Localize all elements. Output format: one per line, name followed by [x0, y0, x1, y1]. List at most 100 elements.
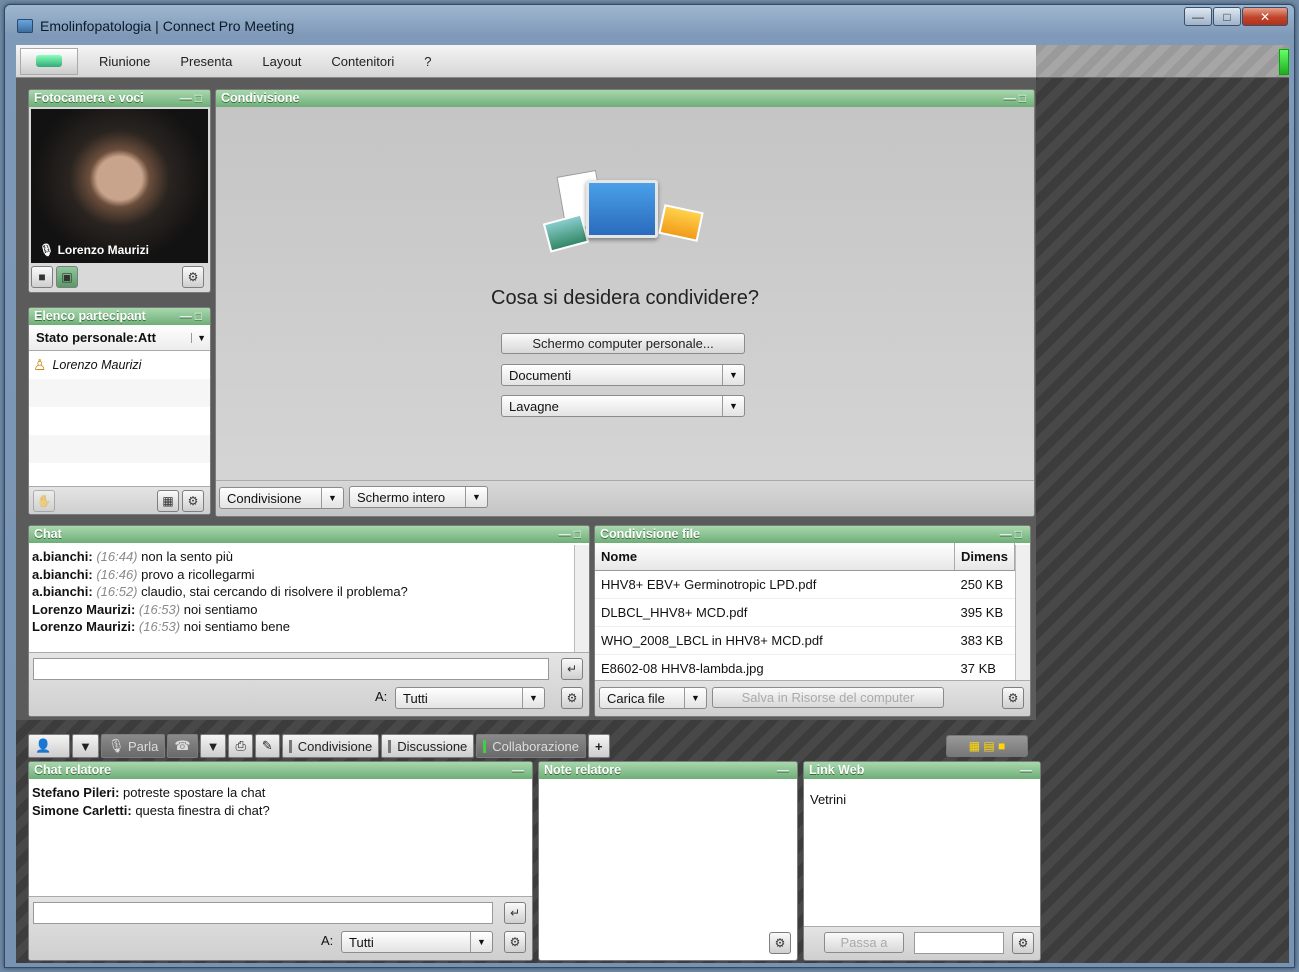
whiteboards-dropdown[interactable]: Lavagne ▼ — [501, 395, 745, 417]
menu-presenta[interactable]: Presenta — [165, 54, 247, 69]
files-scrollbar[interactable] — [1015, 545, 1030, 681]
talk-label: Parla — [128, 738, 159, 754]
menu-contenitori[interactable]: Contenitori — [316, 54, 409, 69]
presenter-chat-footer: ↵ A: Tutti ▼ ⚙ — [29, 896, 532, 960]
web-link-input[interactable] — [914, 932, 1004, 954]
send-enter-icon[interactable]: ↵ — [561, 658, 583, 680]
recipient-dropdown[interactable]: Tutti ▼ — [395, 687, 545, 709]
status-selector[interactable]: Stato personale:Att ▼ — [29, 325, 210, 351]
participant-row[interactable]: ♙ Lorenzo Maurizi — [29, 351, 210, 379]
menu-riunione[interactable]: Riunione — [84, 54, 165, 69]
upload-file-dropdown[interactable]: Carica file ▼ — [599, 687, 707, 709]
camera-icon[interactable]: ▣ — [56, 266, 78, 288]
pod-header[interactable]: Chat relatore — — [29, 762, 532, 779]
user-status-icon[interactable]: 👤 — [28, 734, 70, 758]
chevron-down-icon[interactable]: ▼ — [191, 332, 206, 343]
chevron-down-icon[interactable]: ▼ — [684, 688, 706, 708]
pod-window-controls[interactable]: —□ — [559, 526, 584, 543]
layout-view-icon[interactable]: ▦ ▤ ■ — [946, 735, 1028, 757]
draw-tools-icon[interactable]: ✎ — [254, 734, 280, 758]
settings-gear-icon[interactable]: ⚙ — [504, 931, 526, 953]
settings-gear-icon[interactable]: ⚙ — [182, 266, 204, 288]
pod-header[interactable]: Chat —□ — [29, 526, 589, 543]
tab-label: Discussione — [397, 738, 468, 754]
recipient-label: A: — [321, 933, 334, 948]
share-mode-dropdown[interactable]: Condivisione ▼ — [219, 487, 344, 509]
recipient-value: Tutti — [403, 690, 428, 706]
documents-dropdown[interactable]: Documenti ▼ — [501, 364, 745, 386]
settings-gear-icon[interactable]: ⚙ — [769, 932, 791, 954]
minimize-button[interactable]: — — [1184, 7, 1212, 26]
go-to-button[interactable]: Passa a — [824, 932, 904, 953]
chevron-down-icon[interactable]: ▼ — [199, 734, 227, 758]
stop-icon[interactable]: ■ — [31, 266, 53, 288]
table-row[interactable]: WHO_2008_LBCL in HHV8+ MCD.pdf 383 KB — [595, 626, 1015, 655]
app-icon — [17, 19, 33, 33]
chat-message: Lorenzo Maurizi: (16:53) noi sentiamo — [32, 601, 258, 617]
tab-collaborazione[interactable]: Collaborazione — [476, 734, 587, 758]
documents-label: Documenti — [509, 367, 572, 383]
menu-bar: Riunione Presenta Layout Contenitori ? — [16, 45, 1036, 78]
chevron-down-icon[interactable]: ▼ — [470, 932, 492, 952]
recipient-dropdown[interactable]: Tutti ▼ — [341, 931, 493, 953]
print-icon[interactable]: ⎙ — [228, 734, 253, 758]
phone-icon[interactable]: ☎ — [167, 734, 198, 758]
settings-gear-icon[interactable]: ⚙ — [182, 490, 204, 512]
table-row[interactable]: E8602-08 HHV8-lambda.jpg 37 KB — [595, 654, 1015, 683]
tab-discussione[interactable]: Discussione — [381, 734, 475, 758]
chat-message: Simone Carletti: questa finestra di chat… — [32, 802, 270, 818]
maximize-button[interactable]: □ — [1213, 7, 1241, 26]
grid-view-icon[interactable]: ▦ — [157, 490, 179, 512]
pod-window-controls[interactable]: —□ — [180, 308, 205, 325]
pod-window-controls[interactable]: —□ — [1004, 90, 1029, 107]
user-icon: ♙ — [33, 357, 47, 374]
layout-toolbar: 👤 ▼ 🎙 Parla ☎ ▼ ⎙ ✎ Condivisione Discuss… — [28, 734, 610, 758]
chat-message: Lorenzo Maurizi: (16:53) noi sentiamo be… — [32, 619, 290, 634]
settings-gear-icon[interactable]: ⚙ — [561, 687, 583, 709]
files-footer: Carica file ▼ Salva in Risorse del comput… — [595, 680, 1030, 716]
add-layout-button[interactable]: + — [588, 734, 610, 758]
pod-header[interactable]: Condivisione file —□ — [595, 526, 1030, 543]
settings-gear-icon[interactable]: ⚙ — [1002, 687, 1024, 709]
column-size[interactable]: Dimens — [954, 543, 1015, 571]
close-button[interactable]: ✕ — [1242, 7, 1288, 26]
pod-window-controls[interactable]: —□ — [1000, 526, 1025, 543]
pod-window-controls[interactable]: — — [777, 762, 792, 779]
chat-message-input[interactable] — [33, 658, 549, 680]
title-bar[interactable]: Emolinfopatologia | Connect Pro Meeting … — [5, 5, 1294, 39]
presenter-chat-input[interactable] — [33, 902, 493, 924]
chevron-down-icon[interactable]: ▼ — [722, 365, 744, 385]
table-row[interactable]: HHV8+ EBV+ Germinotropic LPD.pdf 250 KB — [595, 570, 1015, 599]
fullscreen-dropdown[interactable]: Schermo intero ▼ — [349, 486, 488, 508]
talk-button[interactable]: 🎙 Parla — [100, 734, 166, 758]
raise-hand-icon[interactable]: ✋ — [33, 490, 55, 512]
tab-condivisione[interactable]: Condivisione — [281, 734, 380, 758]
send-enter-icon[interactable]: ↵ — [504, 902, 526, 924]
pod-header[interactable]: Condivisione —□ — [216, 90, 1034, 107]
chevron-down-icon[interactable]: ▼ — [722, 396, 744, 416]
chevron-down-icon[interactable]: ▼ — [465, 487, 487, 507]
column-name[interactable]: Nome — [595, 543, 955, 571]
pod-window-controls[interactable]: — — [512, 762, 527, 779]
pod-window-controls[interactable]: — — [1020, 762, 1035, 779]
web-links-footer: Passa a ⚙ — [804, 926, 1040, 960]
presenter-chat-pod: Chat relatore — Stefano Pileri: potreste … — [28, 761, 533, 961]
pod-header[interactable]: Elenco partecipant —□ — [29, 308, 210, 325]
connect-logo-icon[interactable] — [20, 47, 78, 75]
chevron-down-icon[interactable]: ▼ — [522, 688, 544, 708]
chat-footer: ↵ A: Tutti ▼ ⚙ — [29, 652, 589, 716]
pod-header[interactable]: Note relatore — — [539, 762, 797, 779]
pod-header[interactable]: Link Web — — [804, 762, 1040, 779]
chevron-down-icon[interactable]: ▼ — [321, 488, 343, 508]
menu-help[interactable]: ? — [409, 54, 446, 69]
settings-gear-icon[interactable]: ⚙ — [1012, 932, 1034, 954]
menu-layout[interactable]: Layout — [247, 54, 316, 69]
table-row[interactable]: DLBCL_HHV8+ MCD.pdf 395 KB — [595, 598, 1015, 627]
save-to-computer-button[interactable]: Salva in Risorse del computer — [712, 687, 944, 708]
web-link-item[interactable]: Vetrini — [810, 792, 846, 807]
pod-header[interactable]: Fotocamera e voci —□ — [29, 90, 210, 107]
share-screen-button[interactable]: Schermo computer personale... — [501, 333, 745, 354]
chat-scrollbar[interactable] — [574, 545, 589, 653]
pod-window-controls[interactable]: —□ — [180, 90, 205, 107]
chevron-down-icon[interactable]: ▼ — [72, 734, 99, 758]
